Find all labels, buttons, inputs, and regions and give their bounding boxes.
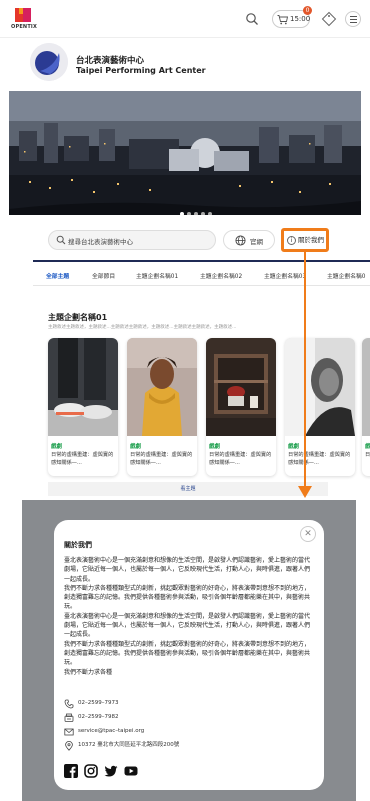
- about-us-label: 關於我們: [298, 236, 324, 244]
- fax-icon: [64, 713, 74, 722]
- program-card[interactable]: 戲劇 日常的虛構重建：虛與實的感知關係—...: [127, 338, 197, 476]
- twitter-icon[interactable]: [104, 764, 118, 778]
- view-topic-button[interactable]: 看主題: [48, 482, 328, 496]
- tab-topic-02[interactable]: 主題企劃名稱02: [200, 271, 242, 280]
- contact-address: 10372 臺北市大同區延平北路四段200號: [64, 740, 314, 751]
- card-description: 日常的虛構重建：虛與實的感知關係—...: [51, 452, 114, 466]
- menu-button[interactable]: [345, 11, 361, 27]
- opentix-logo[interactable]: OPENTIX: [11, 8, 37, 34]
- carousel-dot[interactable]: [194, 212, 198, 215]
- program-card[interactable]: 戲劇 日常的虛構重建：虛與實的感知關係—...: [206, 338, 276, 476]
- card-category: 戲劇: [288, 444, 300, 450]
- program-image-partial: [362, 338, 370, 436]
- cart-icon: [277, 15, 288, 25]
- topic-tabs: 全部主題 全部節目 主題企劃名稱01 主題企劃名稱02 主題企劃名稱03 主題企…: [33, 260, 370, 286]
- phone-icon: [64, 699, 74, 709]
- program-image-crate: [206, 338, 276, 436]
- card-category: 戲劇: [209, 444, 221, 450]
- modal-paragraph: 臺北表演藝術中心是一個充滿創意和想像的生活空間，是啟發人們認識藝術，愛上藝術的當…: [64, 557, 311, 583]
- modal-paragraph: 我們不斷力求各種: [64, 668, 113, 676]
- card-category: 戲: [365, 444, 370, 450]
- program-image-sneakers: [48, 338, 118, 436]
- venue-header: 台北表演藝術中心 Taipei Performing Art Center: [30, 43, 350, 88]
- search-placeholder: 搜尋台北表演藝術中心: [68, 238, 133, 246]
- mail-icon: [64, 728, 74, 736]
- menu-icon-line: [350, 22, 357, 23]
- program-image-portrait: [127, 338, 197, 436]
- venue-name-en: Taipei Performing Art Center: [76, 66, 206, 75]
- card-description: 日常的虛構重建：虛與實的感知關係—...: [209, 452, 272, 466]
- modal-paragraph: 我們不斷力求各種種類型式的創新，挑起觀眾對藝術的好奇心，將表演帶到意想不到的地方…: [64, 584, 311, 611]
- ticket-tag-icon[interactable]: [321, 11, 337, 27]
- program-card[interactable]: 戲劇 日常的虛構重建：虛與實的感知關係—...: [285, 338, 355, 476]
- carousel-dot[interactable]: [201, 212, 205, 215]
- cart-timer: 15:00: [290, 15, 311, 23]
- phone-number[interactable]: 02–2599–7973: [78, 698, 119, 709]
- tab-topic-04[interactable]: 主題企劃名稱0: [327, 271, 365, 280]
- modal-title: 關於我們: [64, 541, 92, 549]
- card-description: 日: [365, 452, 370, 458]
- website-button[interactable]: 官網: [223, 230, 275, 250]
- modal-paragraph: 臺北表演藝術中心是一個充滿創意和想像的生活空間，是啟發人們認識藝術，愛上藝術的當…: [64, 612, 311, 639]
- topic-subtitle: 主題敘述主題敘述，主題敘述...主題敘述主題敘述，主題敘述...主題敘述主題敘述…: [48, 325, 237, 330]
- program-card[interactable]: 戲劇 日常的虛構重建：虛與實的感知關係—...: [48, 338, 118, 476]
- opentix-logo-mark: [15, 8, 31, 22]
- tab-topic-01[interactable]: 主題企劃名稱01: [136, 271, 178, 280]
- top-header: OPENTIX 15:00 0: [0, 0, 370, 38]
- tab-topic-03[interactable]: 主題企劃名稱03: [264, 271, 306, 280]
- logo-text: OPENTIX: [11, 24, 38, 30]
- card-category: 戲劇: [51, 444, 63, 450]
- globe-icon: [235, 235, 246, 246]
- instagram-icon[interactable]: [84, 764, 98, 778]
- street-address: 10372 臺北市大同區延平北路四段200號: [78, 742, 180, 748]
- info-icon: i: [287, 235, 296, 245]
- close-icon[interactable]: ✕: [300, 526, 316, 542]
- about-us-inner: i 關於我們: [287, 234, 324, 245]
- card-description: 日常的虛構重建：虛與實的感知關係—...: [288, 452, 351, 466]
- contact-phone: 02–2599–7973: [64, 698, 314, 709]
- annotation-arrow-head: [298, 486, 312, 498]
- search-icon: [56, 235, 66, 245]
- tab-all-topics[interactable]: 全部主題: [46, 271, 69, 280]
- carousel-dots[interactable]: [180, 201, 215, 215]
- menu-icon-line: [350, 16, 357, 17]
- venue-logo: [30, 43, 68, 81]
- location-pin-icon: [65, 741, 73, 751]
- city-night-image: [9, 91, 361, 215]
- cart-button[interactable]: 15:00 0: [272, 6, 312, 28]
- carousel-dot[interactable]: [208, 212, 212, 215]
- modal-paragraph: 我們不斷力求各種種類型式的創新，挑起觀眾對藝術的好奇心，將表演帶到意想不到的地方…: [64, 640, 311, 667]
- email-address[interactable]: service@tpac–taipei.org: [78, 726, 144, 737]
- hero-banner[interactable]: [9, 91, 361, 215]
- youtube-icon[interactable]: [124, 764, 138, 778]
- about-us-modal: ✕ 關於我們 臺北表演藝術中心是一個充滿創意和想像的生活空間，是啟發人們認識藝術…: [54, 520, 324, 790]
- program-card[interactable]: 戲 日: [362, 338, 370, 476]
- search-icon[interactable]: [245, 12, 259, 26]
- about-us-button[interactable]: i 關於我們: [281, 228, 329, 252]
- fax-number: 02–2599–7982: [78, 714, 119, 720]
- venue-search-input[interactable]: 搜尋台北表演藝術中心: [48, 230, 216, 250]
- topic-title: 主題企劃名稱01: [48, 313, 108, 322]
- program-image-bw-portrait: [285, 338, 355, 436]
- facebook-icon[interactable]: [64, 764, 78, 778]
- carousel-dot[interactable]: [187, 212, 191, 215]
- cart-count-badge: 0: [303, 6, 312, 15]
- annotation-arrow-line: [304, 252, 306, 488]
- contact-fax: 02–2599–7982: [64, 712, 314, 723]
- modal-body-text: 臺北表演藝術中心是一個充滿創意和想像的生活空間，是啟發人們認識藝術，愛上藝術的當…: [64, 556, 314, 677]
- contact-email: service@tpac–taipei.org: [64, 726, 314, 737]
- card-description: 日常的虛構重建：虛與實的感知關係—...: [130, 452, 193, 466]
- venue-name-zh: 台北表演藝術中心: [76, 56, 145, 66]
- tab-all-programs[interactable]: 全部節目: [92, 271, 115, 280]
- card-category: 戲劇: [130, 444, 142, 450]
- website-label: 官網: [250, 238, 263, 246]
- menu-icon-line: [350, 19, 357, 20]
- carousel-dot[interactable]: [180, 212, 184, 215]
- active-tab-indicator: [44, 285, 72, 286]
